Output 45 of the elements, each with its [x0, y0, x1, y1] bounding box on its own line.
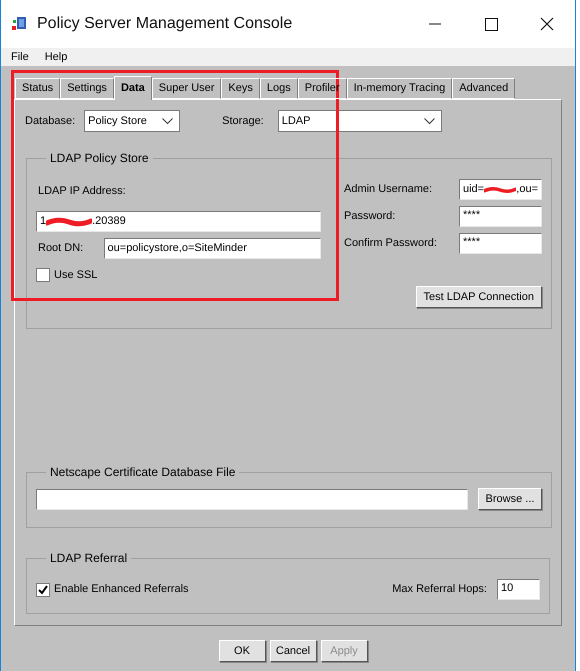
minimize-icon — [429, 23, 441, 25]
field-label: Max Referral Hops: — [392, 582, 487, 598]
tab[interactable]: Keys — [221, 78, 260, 99]
checkbox[interactable] — [36, 582, 50, 596]
tab[interactable]: Advanced — [452, 78, 516, 99]
tab[interactable]: Settings — [60, 78, 114, 99]
button[interactable]: Cancel — [270, 640, 316, 662]
field-label: Password: — [344, 209, 396, 224]
password-field[interactable]: **** — [459, 206, 542, 227]
dropdown[interactable]: LDAP — [278, 110, 442, 132]
label: Database: — [25, 114, 76, 129]
app-icon — [11, 15, 29, 33]
checkbox-label: Use SSL — [54, 268, 98, 283]
close-icon — [540, 17, 554, 31]
field-label: Confirm Password: — [344, 236, 438, 252]
tab[interactable]: In-memory Tracing — [346, 78, 452, 99]
button[interactable]: Test LDAP Connection — [416, 286, 542, 308]
label: Storage: — [222, 114, 264, 129]
tab[interactable]: Status — [15, 78, 60, 99]
window-title: Policy Server Management Console — [37, 14, 292, 34]
password-field[interactable]: **** — [459, 233, 542, 254]
chevron-down-icon — [424, 118, 435, 124]
tab[interactable]: Data — [114, 76, 152, 100]
field-label: LDAP IP Address: — [38, 184, 127, 199]
button[interactable]: Browse ... — [478, 488, 542, 510]
group-title: Netscape Certificate Database File — [49, 464, 236, 481]
dropdown[interactable]: Policy Store — [84, 110, 180, 132]
tab[interactable]: Logs — [260, 78, 298, 99]
hops-field[interactable]: 10 — [497, 579, 540, 600]
maximize-icon — [484, 18, 498, 30]
group-title: LDAP Policy Store — [49, 150, 150, 167]
menu-item[interactable]: Help — [36, 48, 76, 66]
group-title: LDAP Referral — [49, 550, 128, 567]
username-field[interactable]: uid= ,ou= — [459, 179, 542, 200]
ip-address-field[interactable]: 1 .20389 — [36, 211, 321, 232]
chevron-down-icon — [162, 118, 174, 124]
button[interactable]: OK — [218, 640, 266, 662]
checkbox[interactable] — [36, 268, 50, 282]
menu-item[interactable]: File — [3, 48, 37, 66]
field-label: Root DN: — [38, 241, 84, 256]
checkbox-label: Enable Enhanced Referrals — [54, 582, 189, 598]
file-path-field[interactable] — [36, 488, 468, 510]
field-label: Admin Username: — [344, 182, 434, 198]
tab[interactable]: Super User — [152, 78, 222, 99]
root-dn-field[interactable]: ou=policystore,o=SiteMinder — [104, 238, 321, 259]
